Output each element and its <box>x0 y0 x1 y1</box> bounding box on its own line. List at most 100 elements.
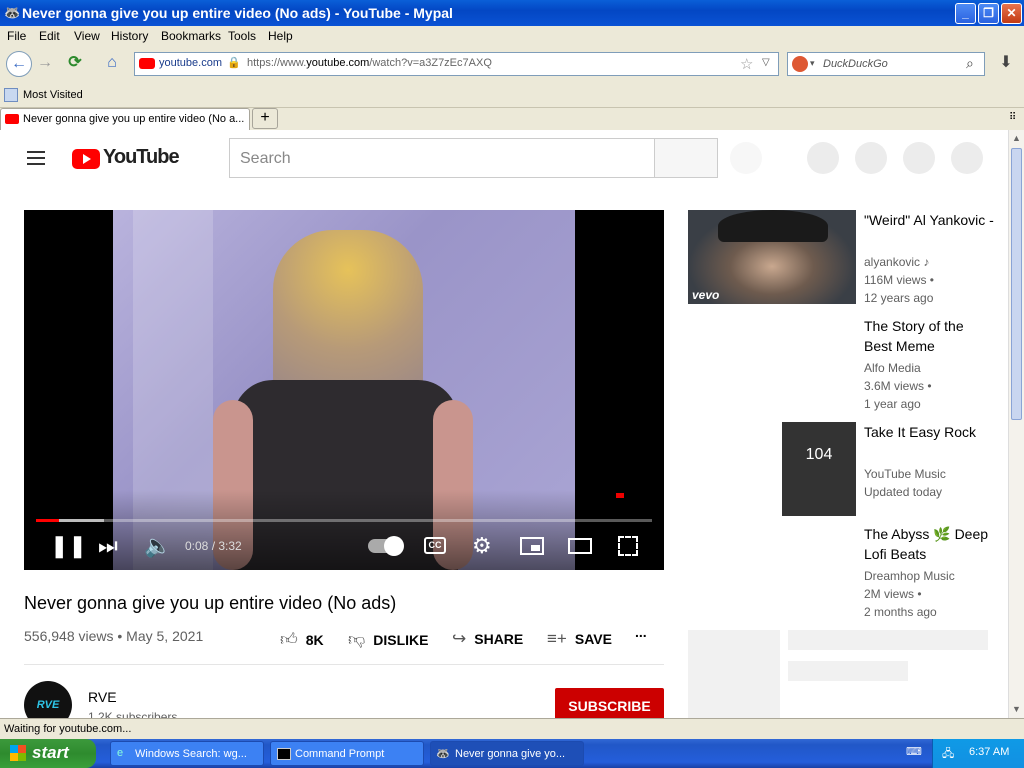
new-tab-button[interactable]: + <box>252 108 278 129</box>
hamburger-menu-icon[interactable] <box>27 151 45 165</box>
tab-label: Never gonna give you up entire video (No… <box>23 113 245 125</box>
scroll-down-icon[interactable]: ▼ <box>1012 704 1021 714</box>
share-arrow-icon: ↪ <box>452 629 467 648</box>
windows-logo-icon <box>10 745 26 761</box>
window-titlebar[interactable]: 🦝 Never gonna give you up entire video (… <box>0 0 1024 26</box>
task-mypal-browser[interactable]: 🦝 Never gonna give yo... <box>430 741 584 766</box>
channel-name[interactable]: RVE <box>88 689 117 705</box>
task-command-prompt[interactable]: Command Prompt <box>270 741 424 766</box>
youtube-search-button[interactable] <box>654 138 718 178</box>
avatar[interactable] <box>951 142 983 174</box>
like-button[interactable]: 👍︎ 8K <box>280 629 324 650</box>
network-icon[interactable]: 🖧 <box>942 745 954 764</box>
save-label: SAVE <box>574 631 612 647</box>
keyboard-icon[interactable]: ⌨ <box>906 745 922 758</box>
next-button[interactable]: ⏭ <box>98 533 118 559</box>
search-icon[interactable]: ⌕ <box>966 55 974 72</box>
scroll-thumb[interactable] <box>1011 148 1022 420</box>
site-identity-badge[interactable]: youtube.com <box>159 57 222 69</box>
playlist-count-badge[interactable]: 104 <box>782 422 856 516</box>
most-visited-link[interactable]: Most Visited <box>23 89 83 101</box>
pause-button[interactable]: ❚❚ <box>50 533 87 559</box>
related-channel-4: Dreamhop Music <box>864 569 955 583</box>
create-icon[interactable] <box>807 142 839 174</box>
tab-youtube[interactable]: Never gonna give you up entire video (No… <box>0 108 250 130</box>
progress-bar[interactable] <box>36 519 652 522</box>
youtube-header: YouTube Search <box>0 130 1008 186</box>
menu-tools[interactable]: Tools <box>228 29 256 43</box>
playlist-add-icon: ≡+ <box>547 629 567 648</box>
fullscreen-button[interactable] <box>618 536 638 556</box>
page-viewport: YouTube Search ❚❚ ⏭ 🔈 0:08 / 3:32 CC ⚙ N… <box>0 130 1008 718</box>
volume-button[interactable]: 🔈 <box>144 533 171 559</box>
related-title-4[interactable]: The Abyss 🌿 Deep Lofi Beats <box>864 524 994 564</box>
youtube-search-input[interactable]: Search <box>229 138 655 178</box>
address-bar[interactable]: youtube.com 🔒 https://www.youtube.com/wa… <box>134 52 779 76</box>
task-label: Windows Search: wg... <box>135 748 247 760</box>
engine-dropdown-icon[interactable]: ▾ <box>810 58 815 69</box>
menu-file[interactable]: File <box>7 29 26 43</box>
related-channel-1: alyankovic ♪ <box>864 255 930 269</box>
bookmark-star-icon[interactable]: ☆ <box>740 55 753 73</box>
share-label: SHARE <box>474 631 524 647</box>
placeholder-meta <box>788 661 908 681</box>
theater-mode-button[interactable] <box>568 538 592 554</box>
voice-search-icon[interactable] <box>730 142 762 174</box>
clock[interactable]: 6:37 AM <box>969 746 1009 758</box>
time-display: 0:08 / 3:32 <box>185 539 242 553</box>
related-title-2[interactable]: The Story of the Best Meme <box>864 316 994 356</box>
autoplay-toggle[interactable] <box>368 536 404 556</box>
save-button[interactable]: ≡+ SAVE <box>547 629 612 649</box>
related-views-2: 3.6M views • <box>864 379 932 393</box>
lock-icon[interactable]: 🔒 <box>227 56 241 69</box>
download-icon[interactable]: ⬇ <box>993 51 1019 77</box>
url-text[interactable]: https://www.youtube.com/watch?v=a3Z7zEc7… <box>247 57 492 69</box>
youtube-logo-text[interactable]: YouTube <box>103 146 180 169</box>
channel-avatar[interactable]: RVE <box>24 681 72 718</box>
related-title-3[interactable]: Take It Easy Rock <box>864 422 994 442</box>
search-engine-box[interactable]: ▾ DuckDuckGo ⌕ <box>787 52 985 76</box>
taskbar: start e Windows Search: wg... Command Pro… <box>0 739 1024 768</box>
task-windows-search[interactable]: e Windows Search: wg... <box>110 741 264 766</box>
back-button[interactable]: ← <box>6 51 32 77</box>
youtube-favicon-icon <box>5 114 19 124</box>
video-player[interactable]: ❚❚ ⏭ 🔈 0:08 / 3:32 CC ⚙ <box>24 210 664 570</box>
subscribe-button[interactable]: SUBSCRIBE <box>555 688 664 718</box>
most-visited-icon <box>4 88 18 102</box>
url-dropdown-icon[interactable]: ▽ <box>762 57 770 68</box>
more-actions-button[interactable]: ... <box>635 624 647 640</box>
minimize-button[interactable]: _ <box>955 3 976 24</box>
home-button[interactable]: ⌂ <box>99 51 125 77</box>
duckduckgo-icon[interactable] <box>792 56 808 72</box>
like-count: 8K <box>305 632 324 648</box>
menu-edit[interactable]: Edit <box>39 29 60 43</box>
dislike-label: DISLIKE <box>373 632 429 648</box>
menu-view[interactable]: View <box>74 29 100 43</box>
menu-history[interactable]: History <box>111 29 148 43</box>
url-prefix: https://www. <box>247 57 307 69</box>
menu-help[interactable]: Help <box>268 29 293 43</box>
status-text: Waiting for youtube.com... <box>4 723 132 735</box>
dislike-button[interactable]: 👎︎ DISLIKE <box>348 629 429 650</box>
miniplayer-button[interactable] <box>520 537 544 555</box>
forward-button[interactable]: → <box>32 51 58 77</box>
related-age-1: 12 years ago <box>864 291 934 305</box>
reload-button[interactable]: ⟳ <box>62 51 88 77</box>
close-button[interactable]: ✕ <box>1001 3 1022 24</box>
related-thumbnail-1[interactable]: vevo <box>688 210 856 304</box>
tab-list-icon[interactable]: ⠿ <box>1009 112 1016 123</box>
captions-button[interactable]: CC <box>424 537 446 554</box>
related-title-1[interactable]: "Weird" Al Yankovic - <box>864 210 994 230</box>
menu-bookmarks[interactable]: Bookmarks <box>161 29 221 43</box>
share-button[interactable]: ↪ SHARE <box>452 629 523 649</box>
page-scrollbar[interactable]: ▲ ▼ <box>1008 130 1024 718</box>
youtube-logo-icon[interactable] <box>72 149 100 169</box>
apps-icon[interactable] <box>855 142 887 174</box>
notifications-icon[interactable] <box>903 142 935 174</box>
start-button[interactable]: start <box>0 739 96 768</box>
restore-button[interactable]: ❐ <box>978 3 999 24</box>
settings-gear-icon[interactable]: ⚙ <box>472 533 492 559</box>
scroll-up-icon[interactable]: ▲ <box>1012 133 1021 143</box>
channel-subscribers: 1.2K subscribers <box>88 710 178 718</box>
search-placeholder: DuckDuckGo <box>823 58 888 70</box>
